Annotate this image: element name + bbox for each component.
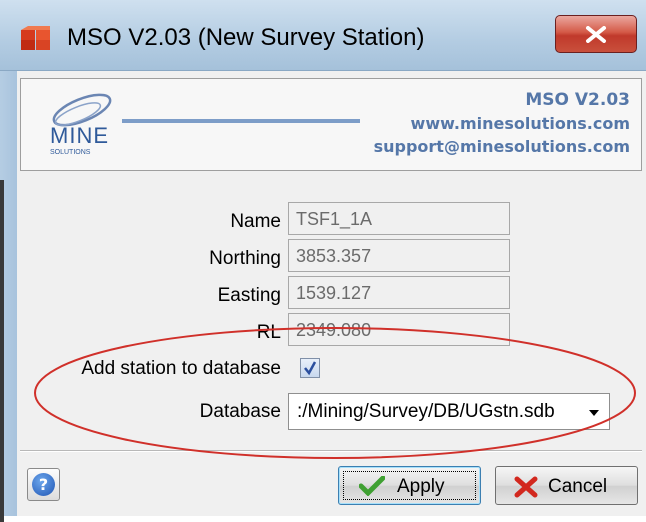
help-button[interactable]: ? (27, 468, 60, 501)
apply-label: Apply (397, 476, 445, 497)
add-station-checkbox[interactable] (300, 358, 320, 378)
checkmark-icon (359, 476, 385, 496)
name-label: Name (230, 211, 281, 232)
rl-field[interactable]: 2349.080 (288, 313, 510, 346)
window-shadow (0, 180, 4, 522)
northing-label: Northing (209, 248, 281, 269)
apply-button[interactable]: Apply (338, 466, 481, 505)
close-button[interactable] (555, 15, 637, 53)
svg-text:MINE: MINE (50, 123, 109, 148)
database-value: :/Mining/Survey/DB/UGstn.sdb (297, 401, 555, 422)
help-icon: ? (32, 473, 55, 496)
red-x-icon (514, 476, 538, 498)
add-station-label: Add station to database (81, 358, 281, 379)
title-bar[interactable]: MSO V2.03 (New Survey Station) (0, 0, 646, 71)
checkmark-icon (304, 361, 317, 376)
mine-solutions-logo: MINE SOLUTIONS (50, 93, 112, 156)
product-name: MSO V2.03 (525, 90, 630, 110)
cancel-button[interactable]: Cancel (495, 466, 638, 505)
logo-divider (122, 119, 360, 123)
database-select[interactable]: :/Mining/Survey/DB/UGstn.sdb (288, 393, 610, 430)
rl-label: RL (256, 322, 281, 343)
easting-field[interactable]: 1539.127 (288, 276, 510, 309)
close-icon (586, 26, 606, 43)
dialog-window: MSO V2.03 (New Survey Station) MINE SOLU… (0, 0, 646, 522)
northing-field[interactable]: 3853.357 (288, 239, 510, 272)
svg-text:SOLUTIONS: SOLUTIONS (50, 149, 91, 156)
app-icon (21, 26, 50, 50)
easting-label: Easting (217, 285, 281, 306)
window-title: MSO V2.03 (New Survey Station) (67, 24, 425, 51)
support-email[interactable]: support@minesolutions.com (374, 137, 630, 156)
cancel-label: Cancel (548, 476, 608, 497)
website-link[interactable]: www.minesolutions.com (411, 114, 630, 133)
footer-separator-highlight (20, 451, 642, 452)
database-label: Database (199, 401, 281, 422)
chevron-down-icon[interactable] (589, 410, 599, 416)
name-field[interactable]: TSF1_1A (288, 202, 510, 235)
